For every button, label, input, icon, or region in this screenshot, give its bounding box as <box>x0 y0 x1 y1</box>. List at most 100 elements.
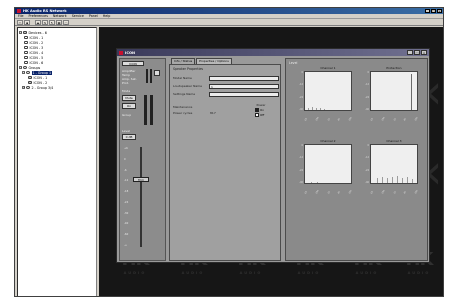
speaker-icon <box>24 61 28 64</box>
menu-file[interactable]: File <box>18 14 24 18</box>
x-tick: 250 <box>380 116 386 122</box>
open-icon[interactable]: ▭ <box>17 19 23 25</box>
speaker-icon <box>28 81 32 84</box>
device-window-title-bar[interactable]: ICON _ □ × <box>117 49 429 56</box>
logo-subtext: AUDIO <box>239 271 263 275</box>
settings-name-field[interactable] <box>209 91 279 97</box>
collapse-icon[interactable]: − <box>19 31 22 34</box>
model-name-row: Model Name <box>173 75 279 81</box>
close-button[interactable]: × <box>437 9 442 13</box>
x-tick: 63 <box>304 117 308 122</box>
graph-bar <box>316 108 318 110</box>
x-tick: 1k <box>326 117 331 122</box>
group-folder-icon <box>23 66 27 69</box>
device-folder-icon <box>23 31 27 34</box>
menu-network[interactable]: Network <box>53 14 67 18</box>
collapse-icon[interactable]: − <box>22 71 25 74</box>
power-off-label: Off <box>260 113 265 117</box>
save-icon[interactable]: ▪ <box>24 19 30 25</box>
power-cycles-label: Power cycles <box>173 111 193 115</box>
x-tick: 16k <box>413 189 419 195</box>
collapse-icon[interactable]: − <box>19 66 22 69</box>
settings-name-row: Settings Name <box>173 91 279 97</box>
mute-button[interactable]: Mute <box>122 95 136 101</box>
fader-tick: -∞ <box>124 243 128 247</box>
grid-icon[interactable]: ▦ <box>56 19 62 25</box>
graph-bar <box>412 179 414 183</box>
y-tick: 0 <box>367 144 369 147</box>
menu-panel[interactable]: Panel <box>89 14 98 18</box>
fader-handle[interactable]: Trim <box>133 177 149 182</box>
minimize-button[interactable]: _ <box>425 9 430 13</box>
y-tick: -40 <box>365 180 369 184</box>
graph-y-axis: 0 -12 -24 -40 <box>294 71 303 111</box>
x-tick: 16k <box>347 189 353 195</box>
y-tick: -40 <box>299 180 303 184</box>
menu-help[interactable]: Help <box>103 14 111 18</box>
x-tick: 4k <box>337 190 342 195</box>
speaker-icon <box>24 51 28 54</box>
graph-bar <box>407 177 409 183</box>
device-maximize-button[interactable]: □ <box>414 50 420 55</box>
expand-icon[interactable]: + <box>22 86 25 89</box>
menu-service[interactable]: Service <box>72 14 84 18</box>
on-button[interactable]: On <box>122 103 136 109</box>
level-graphs-panel: Level Channel 1 0 -12 -24 -40 63 250 1k … <box>285 58 428 261</box>
x-tick: 63 <box>370 190 374 195</box>
loudspeaker-name-row: Loudspeaker Name 1 <box>173 83 279 89</box>
y-tick: -24 <box>365 168 369 172</box>
graph-channel-2: Channel 2 0 -12 -24 -40 63 250 1k 4k 16k <box>299 139 353 197</box>
power-on-radio[interactable] <box>255 108 259 112</box>
level-value[interactable]: 0 dB <box>122 134 136 140</box>
graph-area <box>304 71 352 111</box>
graph-bar <box>402 178 404 183</box>
graph-area <box>304 144 352 184</box>
app-title: HK Audio RS Network <box>23 9 67 13</box>
maximize-button[interactable]: □ <box>431 9 436 13</box>
window-icon[interactable]: ▢ <box>63 19 69 25</box>
graph-channel-1: Channel 1 0 -12 -24 -40 63 250 1k 4k 16k <box>299 66 353 124</box>
graph-bar <box>411 74 413 110</box>
y-tick: -12 <box>365 156 369 160</box>
device-tree: − Devices - 6 ICON - 1 ICON - 2 ICON - 3… <box>17 27 97 296</box>
refresh-icon[interactable]: ↻ <box>49 19 55 25</box>
menu-preferences[interactable]: Preferences <box>29 14 48 18</box>
x-tick: 250 <box>314 116 320 122</box>
speaker-icon <box>24 41 28 44</box>
y-tick: 0 <box>367 71 369 74</box>
tree-label: ICON - 5 <box>29 55 44 60</box>
fader-tick: -6 <box>124 168 127 172</box>
graph-channel-3: Channel 3 0 -12 -24 -40 63 250 1k 4k 16k <box>365 139 419 197</box>
loudspeaker-name-field[interactable]: 1 <box>209 83 279 89</box>
x-tick: 250 <box>380 189 386 195</box>
x-tick: 4k <box>337 117 342 122</box>
toolbar: ▭ ▪ ◂▸ ⇆ ↻ ▦ ▢ <box>15 19 443 26</box>
device-close-button[interactable]: × <box>421 50 427 55</box>
power-on-option[interactable]: On <box>255 108 267 112</box>
graph-y-axis: 0 -12 -24 -40 <box>294 144 303 184</box>
network-icon[interactable]: ◂▸ <box>35 19 41 25</box>
x-tick: 4k <box>403 190 408 195</box>
x-tick: 16k <box>347 116 353 122</box>
power-off-option[interactable]: Off <box>255 113 267 117</box>
y-tick: -12 <box>299 156 303 160</box>
graph-area <box>370 71 418 111</box>
graph-bar <box>320 108 322 110</box>
y-tick: -40 <box>299 107 303 111</box>
group-label: Group <box>122 113 132 117</box>
tree-group-item[interactable]: + 2 - Group 3/4 <box>19 85 95 90</box>
fader-track[interactable] <box>140 147 142 247</box>
y-tick: -24 <box>299 168 303 172</box>
graph-title: Channel 3 <box>386 139 402 143</box>
settings-name-label: Settings Name <box>173 92 196 96</box>
device-name-field[interactable]: ICON <box>122 61 144 66</box>
x-tick: 1k <box>326 190 331 195</box>
graph-area <box>370 144 418 184</box>
device-minimize-button[interactable]: _ <box>407 50 413 55</box>
speaker-icon <box>24 36 28 39</box>
connect-icon[interactable]: ⇆ <box>42 19 48 25</box>
graph-protection: Protection 0 -12 -24 -40 63 250 1k 4k 16… <box>365 66 418 124</box>
power-off-radio[interactable] <box>255 113 259 117</box>
level-meter-right <box>150 95 153 125</box>
model-name-field[interactable] <box>209 75 279 81</box>
